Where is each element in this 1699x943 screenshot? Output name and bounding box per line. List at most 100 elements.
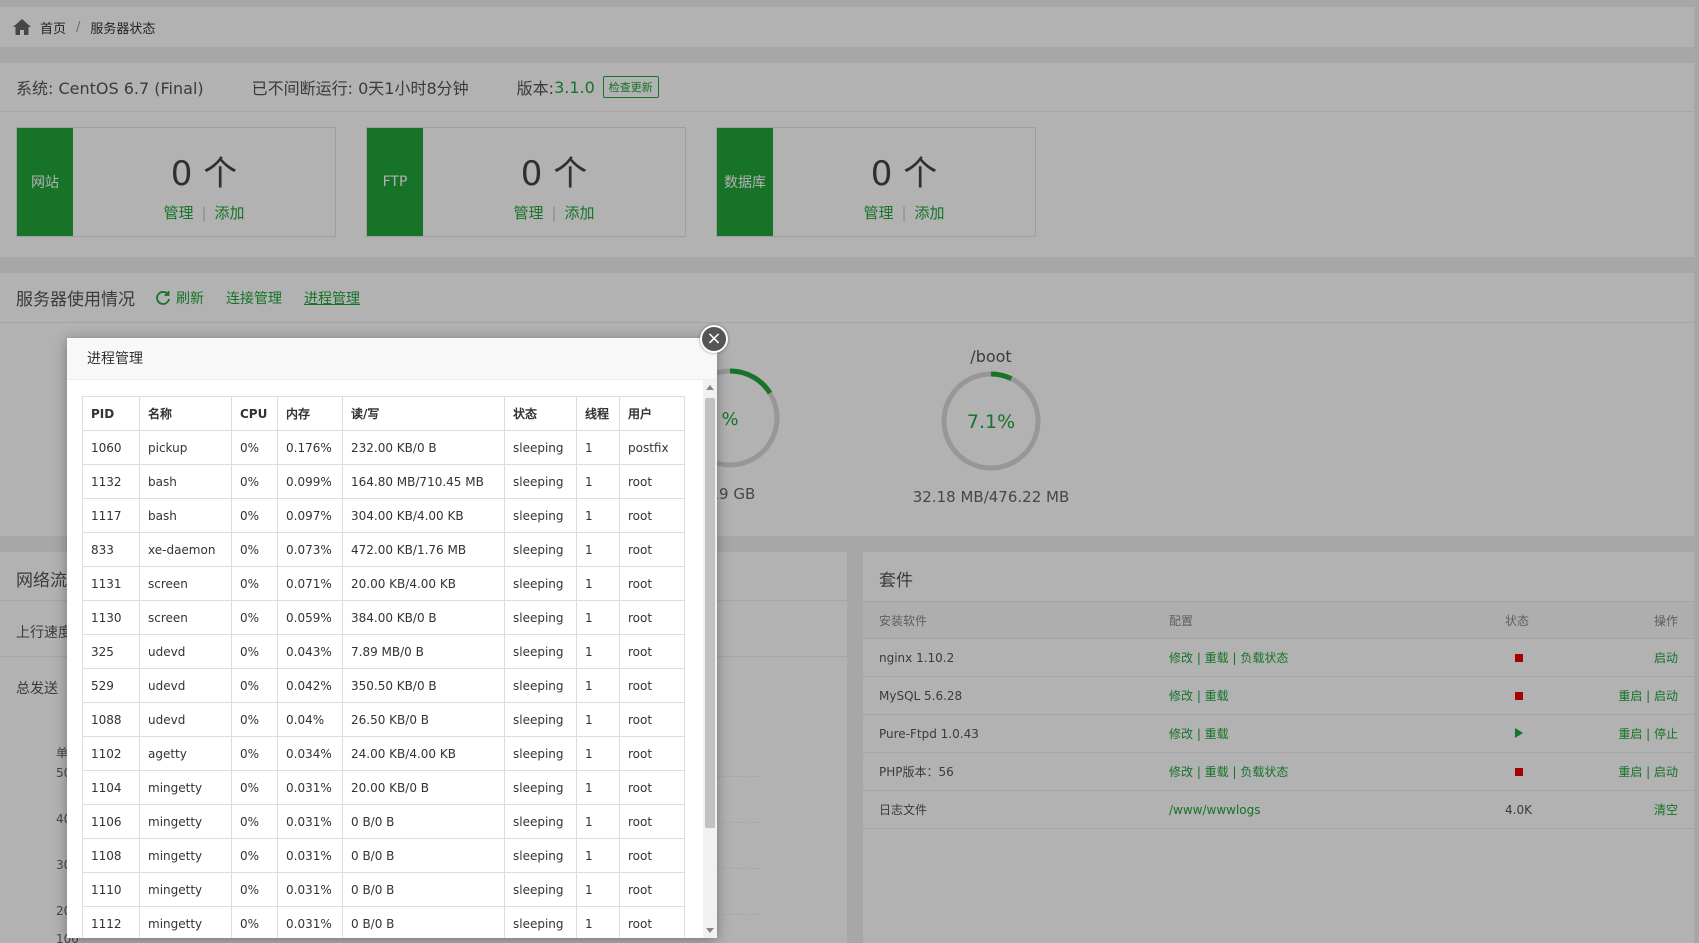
process-cell-CPU: 0% xyxy=(231,736,278,771)
process-cell-CPU: 0% xyxy=(231,430,278,465)
process-cell-读/写: 350.50 KB/0 B xyxy=(342,668,505,703)
process-cell-PID: 1108 xyxy=(82,838,140,873)
process-cell-PID: 833 xyxy=(82,532,140,567)
process-cell-CPU: 0% xyxy=(231,498,278,533)
scroll-down-icon[interactable] xyxy=(706,928,714,933)
process-cell-名称: xe-daemon xyxy=(139,532,232,567)
modal-scrollbar[interactable] xyxy=(703,380,717,938)
process-cell-状态: sleeping xyxy=(504,634,577,669)
process-cell-读/写: 7.89 MB/0 B xyxy=(342,634,505,669)
process-cell-线程: 1 xyxy=(576,702,620,737)
process-cell-内存: 0.034% xyxy=(277,736,343,771)
process-cell-用户: root xyxy=(619,634,685,669)
process-cell-读/写: 0 B/0 B xyxy=(342,838,505,873)
process-cell-CPU: 0% xyxy=(231,702,278,737)
process-cell-内存: 0.031% xyxy=(277,906,343,938)
process-cell-内存: 0.043% xyxy=(277,634,343,669)
process-cell-CPU: 0% xyxy=(231,838,278,873)
process-cell-用户: root xyxy=(619,770,685,805)
process-cell-名称: mingetty xyxy=(139,804,232,839)
process-cell-内存: 0.04% xyxy=(277,702,343,737)
process-cell-线程: 1 xyxy=(576,532,620,567)
scroll-thumb[interactable] xyxy=(705,398,715,828)
process-cell-读/写: 304.00 KB/4.00 KB xyxy=(342,498,505,533)
process-cell-CPU: 0% xyxy=(231,906,278,938)
process-cell-用户: root xyxy=(619,668,685,703)
process-cell-状态: sleeping xyxy=(504,498,577,533)
process-cell-名称: bash xyxy=(139,464,232,499)
process-cell-线程: 1 xyxy=(576,804,620,839)
process-cell-读/写: 164.80 MB/710.45 MB xyxy=(342,464,505,499)
process-cell-用户: root xyxy=(619,566,685,601)
process-cell-状态: sleeping xyxy=(504,464,577,499)
process-cell-名称: mingetty xyxy=(139,872,232,907)
process-cell-内存: 0.059% xyxy=(277,600,343,635)
process-cell-用户: root xyxy=(619,600,685,635)
process-cell-CPU: 0% xyxy=(231,464,278,499)
process-cell-状态: sleeping xyxy=(504,804,577,839)
table-row: 1112 mingetty 0% 0.031% 0 B/0 Bsleeping 1 root xyxy=(82,906,685,938)
process-cell-内存: 0.031% xyxy=(277,838,343,873)
process-cell-PID: 1104 xyxy=(82,770,140,805)
table-header-row: PID 名称 CPU 内存 读/写 状态 线程 用户 xyxy=(82,396,685,431)
process-cell-名称: bash xyxy=(139,498,232,533)
process-cell-CPU: 0% xyxy=(231,532,278,567)
process-cell-状态: sleeping xyxy=(504,736,577,771)
process-cell-名称: udevd xyxy=(139,668,232,703)
process-cell-状态: sleeping xyxy=(504,600,577,635)
process-cell-PID: 529 xyxy=(82,668,140,703)
table-row: 1106 mingetty 0% 0.031% 0 B/0 Bsleeping 1 root xyxy=(82,804,685,839)
process-cell-读/写: 0 B/0 B xyxy=(342,804,505,839)
process-manager-modal: 进程管理 × PID 名称 CPU 内存 读/写 状态 线程 用户 1060 pi… xyxy=(67,325,728,938)
process-cell-读/写: 0 B/0 B xyxy=(342,872,505,907)
process-cell-PID: 1112 xyxy=(82,906,140,938)
process-cell-线程: 1 xyxy=(576,600,620,635)
process-cell-CPU: 0% xyxy=(231,634,278,669)
process-cell-PID: 1110 xyxy=(82,872,140,907)
process-cell-PID: 1060 xyxy=(82,430,140,465)
process-cell-读/写: 0 B/0 B xyxy=(342,906,505,938)
process-cell-读/写: 384.00 KB/0 B xyxy=(342,600,505,635)
table-row: 1132 bash 0% 0.099% 164.80 MB/710.45 MB sleep… xyxy=(82,464,685,499)
process-cell-状态: sleeping xyxy=(504,668,577,703)
process-cell-用户: root xyxy=(619,872,685,907)
table-row: 1102 agetty 0% 0.034% 24.00 KB/4.00 KB sleepi… xyxy=(82,736,685,771)
process-cell-内存: 0.099% xyxy=(277,464,343,499)
process-cell-用户: root xyxy=(619,838,685,873)
process-cell-PID: 1088 xyxy=(82,702,140,737)
process-cell-读/写: 20.00 KB/4.00 KB xyxy=(342,566,505,601)
table-row: 1104 mingetty 0% 0.031% 20.00 KB/0 Bsleeping… xyxy=(82,770,685,805)
close-button[interactable]: × xyxy=(700,325,728,353)
process-cell-内存: 0.042% xyxy=(277,668,343,703)
process-cell-线程: 1 xyxy=(576,464,620,499)
process-cell-用户: root xyxy=(619,464,685,499)
process-cell-CPU: 0% xyxy=(231,668,278,703)
col-cpu: CPU xyxy=(231,396,278,431)
col-memory: 内存 xyxy=(277,396,343,431)
process-cell-线程: 1 xyxy=(576,430,620,465)
modal-title: 进程管理 xyxy=(67,338,717,380)
process-cell-内存: 0.031% xyxy=(277,804,343,839)
process-table: PID 名称 CPU 内存 读/写 状态 线程 用户 1060 pickup 0% 0… xyxy=(82,396,685,938)
table-row: 325 udevd 0% 0.043% 7.89 MB/0 Bsleeping 1 root xyxy=(82,634,685,669)
process-cell-PID: 1131 xyxy=(82,566,140,601)
table-row: 1110 mingetty 0% 0.031% 0 B/0 Bsleeping 1 root xyxy=(82,872,685,907)
process-cell-状态: sleeping xyxy=(504,430,577,465)
table-row: 1131 screen 0% 0.071% 20.00 KB/4.00 KB sleepi… xyxy=(82,566,685,601)
table-row: 1117 bash 0% 0.097% 304.00 KB/4.00 KB sleepin… xyxy=(82,498,685,533)
col-pid: PID xyxy=(82,396,140,431)
process-cell-PID: 1117 xyxy=(82,498,140,533)
process-cell-状态: sleeping xyxy=(504,906,577,938)
process-cell-内存: 0.031% xyxy=(277,872,343,907)
process-cell-状态: sleeping xyxy=(504,532,577,567)
process-cell-内存: 0.097% xyxy=(277,498,343,533)
scroll-up-icon[interactable] xyxy=(706,385,714,390)
process-cell-用户: root xyxy=(619,702,685,737)
process-cell-读/写: 232.00 KB/0 B xyxy=(342,430,505,465)
process-cell-CPU: 0% xyxy=(231,600,278,635)
process-cell-名称: screen xyxy=(139,600,232,635)
process-cell-线程: 1 xyxy=(576,838,620,873)
process-cell-状态: sleeping xyxy=(504,838,577,873)
process-cell-PID: 325 xyxy=(82,634,140,669)
process-cell-用户: root xyxy=(619,532,685,567)
